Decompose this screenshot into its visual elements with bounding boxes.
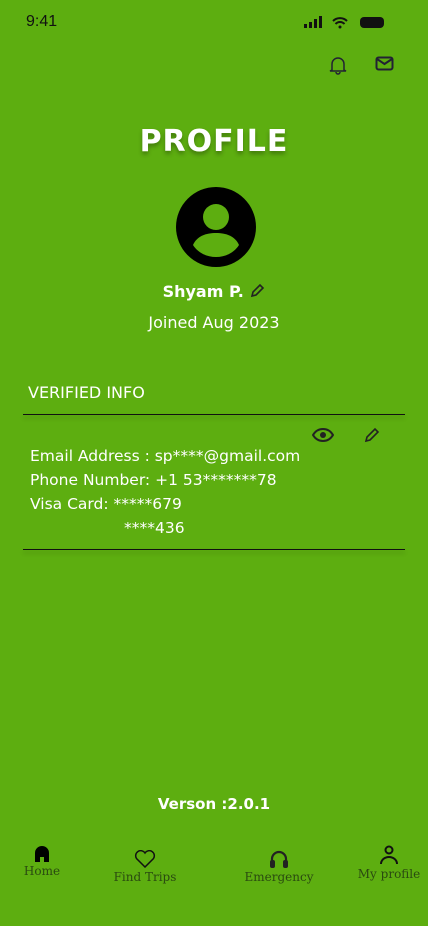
visa-card-field: Visa Card: *****679 — [30, 495, 182, 513]
nav-label: Home — [23, 864, 61, 878]
verified-info-heading: VERIFIED INFO — [28, 383, 145, 402]
profile-name: Shyam P. — [0, 282, 428, 301]
nav-label: My profile — [357, 867, 421, 881]
nav-label: Emergency — [244, 870, 314, 884]
headphones-icon — [270, 850, 288, 868]
phone-field: Phone Number: +1 53*******78 — [30, 471, 277, 489]
app-version: Verson :2.0.1 — [157, 795, 271, 813]
avatar[interactable] — [176, 187, 256, 267]
profile-screen: 9:41 PROFILE Shyam P. Joined Aug 2023 VE… — [0, 0, 428, 926]
joined-date: Joined Aug 2023 — [148, 313, 280, 332]
edit-info-icon[interactable] — [364, 427, 380, 443]
nav-label: Find Trips — [113, 870, 177, 884]
bell-icon[interactable] — [329, 55, 347, 75]
divider — [23, 414, 405, 415]
heart-icon — [134, 850, 156, 868]
nav-emergency[interactable]: Emergency — [229, 850, 329, 884]
status-time: 9:41 — [26, 13, 58, 30]
nav-find-trips[interactable]: Find Trips — [95, 850, 195, 884]
divider — [23, 549, 405, 550]
home-icon — [35, 846, 49, 862]
page-title: PROFILE — [139, 124, 289, 159]
eye-icon[interactable] — [312, 428, 334, 442]
status-icons — [304, 16, 384, 29]
nav-home[interactable]: Home — [0, 846, 92, 878]
profile-name-text: Shyam P. — [162, 282, 244, 301]
user-icon — [380, 845, 398, 865]
visa-card-field-2: ****436 — [124, 519, 185, 537]
email-field: Email Address : sp****@gmail.com — [30, 447, 301, 465]
nav-my-profile[interactable]: My profile — [339, 845, 428, 881]
mail-icon[interactable] — [375, 56, 394, 72]
edit-name-icon[interactable] — [249, 283, 265, 299]
